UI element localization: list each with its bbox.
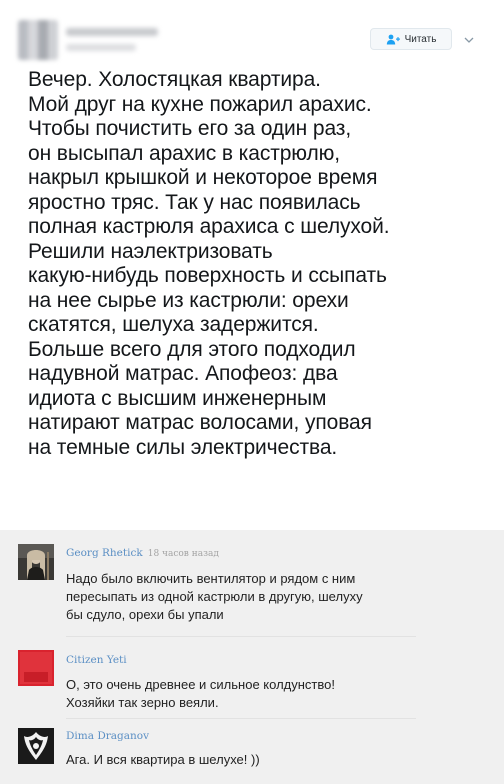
avatar[interactable] — [18, 544, 54, 580]
comment-divider — [66, 636, 416, 637]
add-user-icon — [386, 34, 400, 45]
comment-text: Надо было включить вентилятор и рядом с … — [66, 571, 363, 622]
tweet-card: Читать Вечер. Холостяцкая квартира. Мой … — [0, 0, 504, 530]
comment-divider — [66, 718, 416, 719]
comment-author[interactable]: Citizen Yeti — [66, 654, 127, 666]
comment-text: О, это очень древнее и сильное колдунств… — [66, 677, 335, 710]
comment-timestamp: 18 часов назад — [147, 549, 219, 559]
avatar[interactable] — [18, 728, 54, 764]
more-options-button[interactable] — [458, 28, 480, 50]
blurred-display-name[interactable] — [66, 28, 158, 36]
avatar[interactable] — [18, 650, 54, 686]
comment-author[interactable]: Georg Rhetick 18 часов назад — [66, 547, 219, 559]
comment-author[interactable]: Dima Draganov — [66, 730, 149, 742]
comment-text: Ага. И вся квартира в шелухе! )) — [66, 752, 260, 767]
tweet-text: Вечер. Холостяцкая квартира. Мой друг на… — [28, 68, 390, 459]
chevron-down-icon — [464, 30, 474, 48]
comments-section: Georg Rhetick 18 часов назад Надо было вк… — [0, 530, 504, 784]
follow-label: Читать — [404, 33, 437, 45]
follow-button[interactable]: Читать — [370, 28, 452, 50]
blurred-avatar[interactable] — [18, 20, 58, 60]
blurred-username[interactable] — [66, 44, 136, 51]
